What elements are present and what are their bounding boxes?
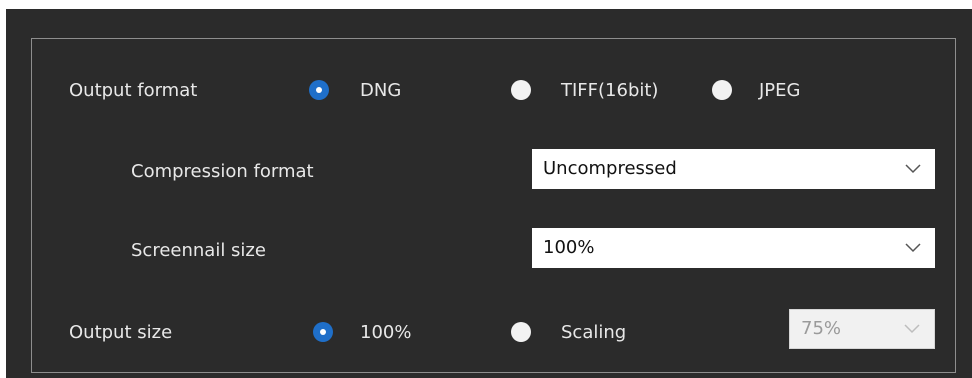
canvas: Output format DNG TIFF(16bit) JPEG Compr… (0, 0, 972, 378)
chevron-down-icon (905, 243, 921, 253)
radio-unselected-icon[interactable] (511, 80, 531, 100)
output-size-scaling-label[interactable]: Scaling (561, 322, 626, 344)
scaling-value: 75% (801, 318, 842, 339)
screennail-size-label: Screennail size (131, 240, 266, 261)
output-size-100-label[interactable]: 100% (360, 322, 411, 344)
dialog-background: Output format DNG TIFF(16bit) JPEG Compr… (6, 9, 972, 378)
chevron-down-icon (905, 164, 921, 174)
screennail-size-value: 100% (543, 237, 595, 258)
radio-selected-icon[interactable] (313, 322, 333, 342)
output-format-label: Output format (69, 80, 198, 101)
output-format-jpeg-label[interactable]: JPEG (759, 80, 800, 102)
settings-panel: Output format DNG TIFF(16bit) JPEG Compr… (31, 38, 956, 373)
compression-format-label: Compression format (131, 161, 314, 182)
compression-format-value: Uncompressed (543, 158, 677, 179)
output-size-label: Output size (69, 322, 173, 343)
radio-unselected-icon[interactable] (511, 322, 531, 342)
compression-format-dropdown[interactable]: Uncompressed (532, 149, 935, 189)
radio-selected-icon[interactable] (309, 80, 329, 100)
output-format-tiff-label[interactable]: TIFF(16bit) (561, 80, 658, 102)
screennail-size-dropdown[interactable]: 100% (532, 228, 935, 268)
radio-unselected-icon[interactable] (712, 80, 732, 100)
chevron-down-icon (904, 324, 920, 334)
scaling-dropdown[interactable]: 75% (789, 309, 935, 349)
output-format-dng-label[interactable]: DNG (360, 80, 401, 102)
